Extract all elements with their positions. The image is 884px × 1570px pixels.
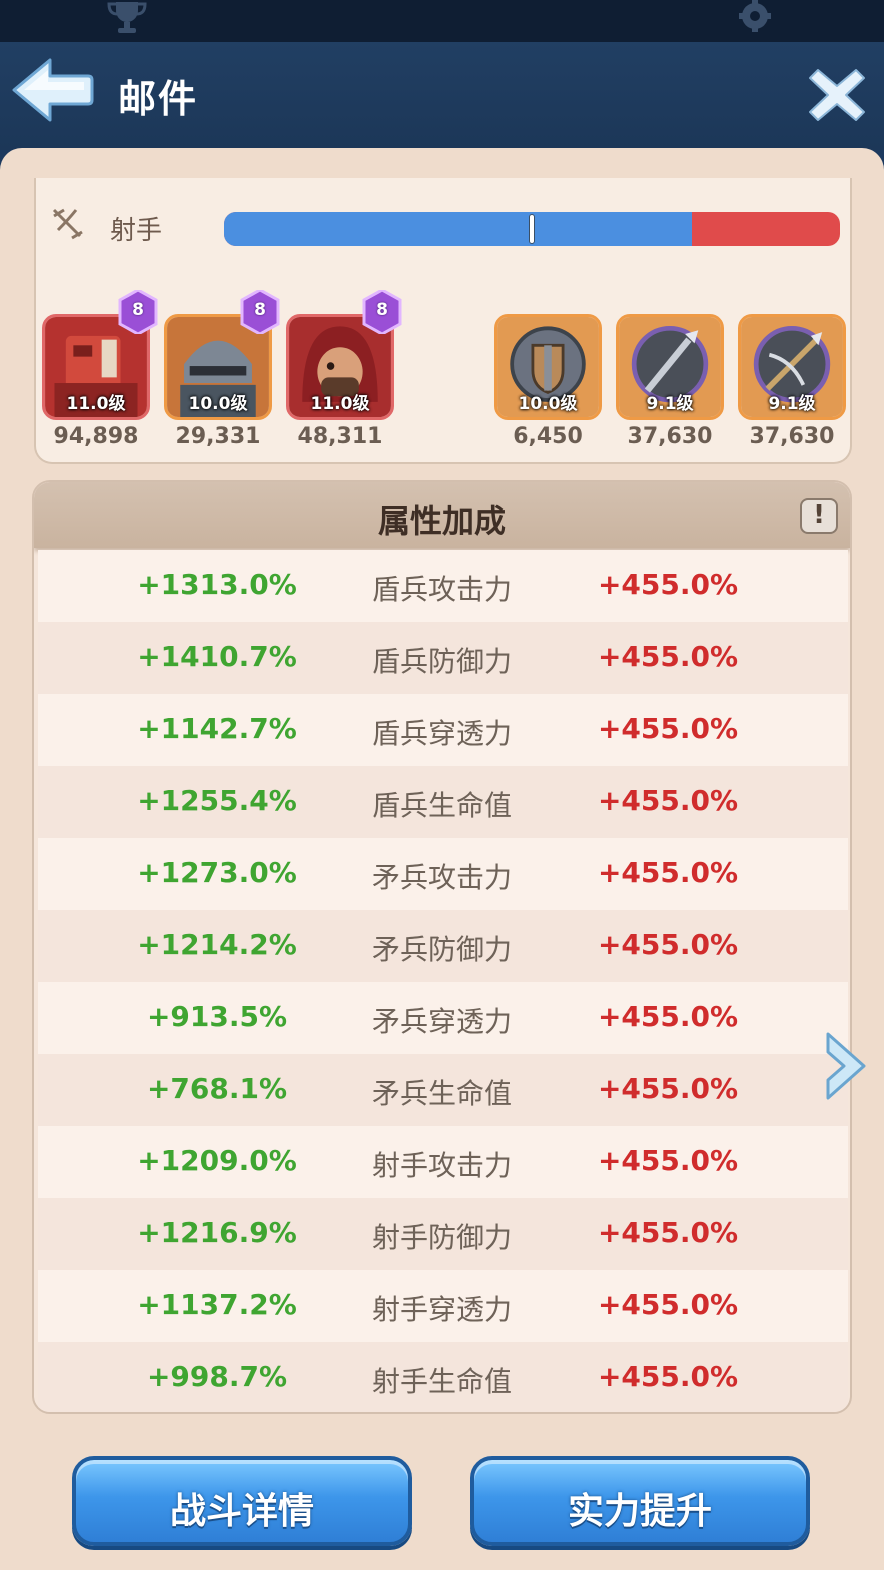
attribute-name: 盾兵防御力 <box>371 645 512 678</box>
table-title: 属性加成 <box>377 502 506 540</box>
enemy-bonus-value: +455.0% <box>597 784 739 817</box>
power-bar-midpoint-marker <box>529 214 535 244</box>
star-rank-badge: 8 <box>240 288 280 336</box>
own-bonus-value: +913.5% <box>146 1000 288 1033</box>
enemy-bonus-value: +455.0% <box>597 1144 739 1177</box>
right-unit-1[interactable]: 10.0级 6,450 <box>494 290 602 449</box>
unit-power-value: 37,630 <box>749 424 835 449</box>
attribute-name: 矛兵防御力 <box>371 933 512 966</box>
right-unit-2[interactable]: 9.1级 37,630 <box>616 290 724 449</box>
power-up-button[interactable]: 实力提升 <box>470 1456 810 1546</box>
attribute-name: 盾兵生命值 <box>371 789 512 822</box>
attribute-name: 矛兵穿透力 <box>371 1005 512 1038</box>
own-bonus-value: +998.7% <box>146 1360 288 1393</box>
crossbow-emblem: 9.1级 <box>738 314 846 420</box>
attribute-name: 射手攻击力 <box>371 1149 512 1182</box>
table-row: +1216.9% 射手防御力 +455.0% <box>38 1198 848 1270</box>
table-row: +1137.2% 射手穿透力 +455.0% <box>38 1270 848 1342</box>
trophy-icon[interactable] <box>104 0 150 36</box>
enemy-bonus-value: +455.0% <box>597 568 739 601</box>
left-unit-1[interactable]: 11.0级 8 94,898 <box>42 288 158 449</box>
own-bonus-value: +1313.0% <box>137 568 297 601</box>
mail-panel: 射手 11.0级 8 94,898 10.0级 8 29,331 11.0级 8… <box>0 148 884 1570</box>
attribute-name: 矛兵攻击力 <box>371 861 512 894</box>
attribute-name: 矛兵生命值 <box>371 1077 512 1110</box>
own-bonus-value: +1410.7% <box>137 640 297 673</box>
power-comparison-bar <box>224 212 840 246</box>
attribute-name: 射手穿透力 <box>371 1293 512 1326</box>
enemy-bonus-value: +455.0% <box>597 1072 739 1105</box>
attribute-name: 射手防御力 <box>371 1221 512 1254</box>
right-unit-3[interactable]: 9.1级 37,630 <box>738 290 846 449</box>
enemy-bonus-value: +455.0% <box>597 1360 739 1393</box>
star-rank-badge: 8 <box>118 288 158 336</box>
table-row: +1214.2% 矛兵防御力 +455.0% <box>38 910 848 982</box>
battle-details-button[interactable]: 战斗详情 <box>72 1456 412 1546</box>
unit-power-value: 37,630 <box>627 424 713 449</box>
class-label: 射手 <box>110 216 163 246</box>
crossbow-icon <box>52 208 83 240</box>
table-row: +1273.0% 矛兵攻击力 +455.0% <box>38 838 848 910</box>
own-bonus-value: +1214.2% <box>137 928 297 961</box>
attribute-name: 盾兵攻击力 <box>371 573 512 606</box>
enemy-bonus-value: +455.0% <box>597 856 739 889</box>
unit-power-value: 6,450 <box>513 424 583 449</box>
own-bonus-value: +1137.2% <box>137 1288 297 1321</box>
table-row: +1209.0% 射手攻击力 +455.0% <box>38 1126 848 1198</box>
table-row: +1255.4% 盾兵生命值 +455.0% <box>38 766 848 838</box>
unit-power-value: 94,898 <box>53 424 139 449</box>
own-bonus-value: +1255.4% <box>137 784 297 817</box>
attribute-name: 盾兵穿透力 <box>371 717 512 750</box>
enemy-bonus-value: +455.0% <box>597 1216 739 1249</box>
attribute-bonus-table[interactable]: 属性加成 ! +1313.0% 盾兵攻击力 +455.0% +1410.7% 盾兵防御力… <box>32 480 852 1414</box>
star-rank-badge: 8 <box>362 288 402 336</box>
gear-icon[interactable] <box>732 0 778 36</box>
table-row: +1313.0% 盾兵攻击力 +455.0% <box>38 550 848 622</box>
spear-emblem: 9.1级 <box>616 314 724 420</box>
table-row: +913.5% 矛兵穿透力 +455.0% <box>38 982 848 1054</box>
enemy-bonus-value: +455.0% <box>597 640 739 673</box>
attribute-bonus-header: 属性加成 ! <box>34 482 850 548</box>
table-row: +1410.7% 盾兵防御力 +455.0% <box>38 622 848 694</box>
enemy-bonus-value: +455.0% <box>597 928 739 961</box>
own-bonus-value: +1273.0% <box>137 856 297 889</box>
chevron-right-icon[interactable] <box>820 1028 872 1104</box>
back-arrow-icon[interactable] <box>10 54 94 126</box>
enemy-bonus-value: +455.0% <box>597 712 739 745</box>
unit-power-value: 29,331 <box>175 424 261 449</box>
left-unit-2[interactable]: 10.0级 8 29,331 <box>164 288 280 449</box>
table-row: +768.1% 矛兵生命值 +455.0% <box>38 1054 848 1126</box>
top-status-strip <box>0 0 884 42</box>
page-title: 邮件 <box>118 77 199 121</box>
header-bar: 邮件 <box>0 42 884 150</box>
power-bar-blue-fill <box>224 212 693 246</box>
attribute-name: 射手生命值 <box>371 1365 512 1398</box>
battle-summary-card: 射手 11.0级 8 94,898 10.0级 8 29,331 11.0级 8… <box>34 178 852 464</box>
close-icon[interactable] <box>808 66 866 124</box>
own-bonus-value: +1142.7% <box>137 712 297 745</box>
own-bonus-value: +1209.0% <box>137 1144 297 1177</box>
table-row: +998.7% 射手生命值 +455.0% <box>38 1342 848 1412</box>
enemy-bonus-value: +455.0% <box>597 1000 739 1033</box>
shield-emblem: 10.0级 <box>494 314 602 420</box>
info-icon[interactable]: ! <box>800 498 838 534</box>
left-unit-3[interactable]: 11.0级 8 48,311 <box>286 288 402 449</box>
class-power-row: 射手 <box>50 206 840 250</box>
own-bonus-value: +1216.9% <box>137 1216 297 1249</box>
unit-power-value: 48,311 <box>297 424 383 449</box>
enemy-bonus-value: +455.0% <box>597 1288 739 1321</box>
table-row: +1142.7% 盾兵穿透力 +455.0% <box>38 694 848 766</box>
own-bonus-value: +768.1% <box>146 1072 288 1105</box>
